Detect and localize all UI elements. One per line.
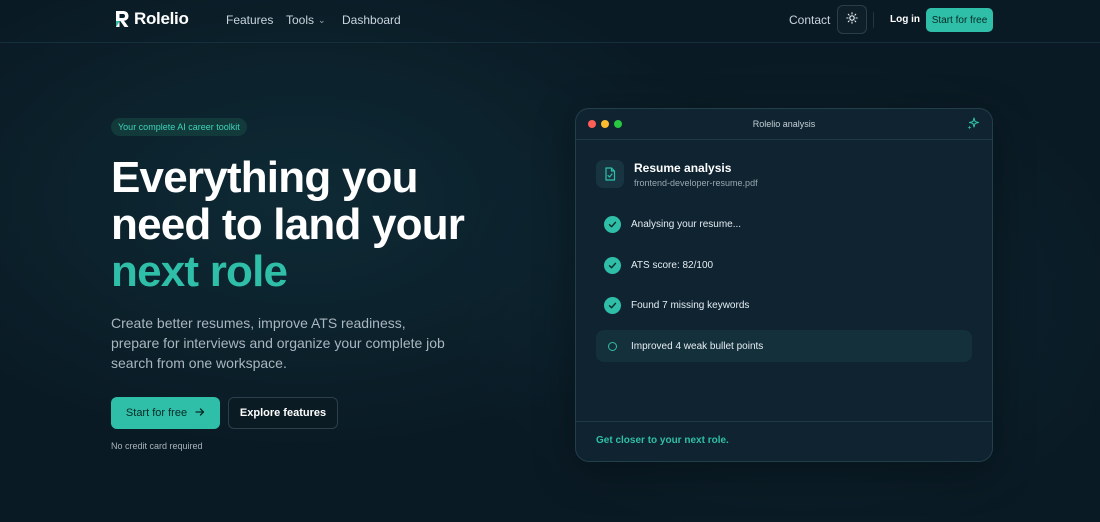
resume-analysis-title: Resume analysis — [634, 161, 732, 175]
sun-icon — [846, 11, 858, 29]
step-label: Found 7 missing keywords — [631, 299, 750, 311]
check-icon — [604, 215, 621, 233]
logo-mark-icon — [114, 10, 130, 28]
headline-line-2: need to land your — [111, 200, 465, 249]
step-label: Analysing your resume... — [631, 218, 742, 230]
logo-text: Rolelio — [134, 9, 189, 28]
analysis-card: Rolelio analysis Resume analysis fronten… — [575, 108, 993, 462]
analysis-step: ATS score: 82/100 — [596, 249, 972, 281]
nav-features[interactable]: Features — [226, 13, 273, 27]
step-label: Improved 4 weak bullet points — [631, 340, 764, 352]
check-icon — [604, 256, 621, 274]
analysis-step-active: Improved 4 weak bullet points — [596, 330, 972, 362]
explore-features-button[interactable]: Explore features — [228, 397, 338, 429]
start-free-label: Start for free — [125, 407, 188, 419]
nav-dashboard[interactable]: Dashboard — [342, 13, 401, 27]
card-window-title: Rolelio analysis — [752, 119, 816, 129]
start-free-nav-button[interactable]: Start for free — [926, 8, 993, 32]
card-footer-text: Get closer to your next role. — [596, 435, 729, 446]
start-free-button[interactable]: Start for free — [111, 397, 220, 429]
hero-headline: Everything you need to land your next ro… — [111, 154, 531, 295]
chevron-down-icon: ⌄ — [318, 15, 326, 25]
nav-contact[interactable]: Contact — [789, 13, 830, 27]
nav-tools[interactable]: Tools ⌄ — [286, 13, 326, 27]
login-link[interactable]: Log in — [890, 14, 920, 25]
analysis-step: Analysing your resume... — [596, 208, 972, 240]
nav-tools-label: Tools — [286, 13, 315, 27]
headline-line-1: Everything you — [111, 153, 418, 202]
pending-circle-icon — [608, 341, 617, 351]
nav-divider — [873, 12, 874, 28]
logo[interactable]: Rolelio — [114, 9, 189, 29]
resume-file-name: frontend-developer-resume.pdf — [634, 178, 758, 188]
step-label: ATS score: 82/100 — [631, 259, 714, 271]
theme-toggle-button[interactable] — [837, 5, 867, 34]
check-icon — [604, 296, 621, 314]
no-credit-card-note: No credit card required — [111, 441, 203, 451]
hero-badge: Your complete AI career toolkit — [111, 118, 247, 136]
card-titlebar: Rolelio analysis — [576, 109, 992, 140]
sparkle-icon — [966, 117, 980, 136]
analysis-step: Found 7 missing keywords — [596, 289, 972, 321]
document-icon — [596, 160, 624, 188]
hero-subtext: Create better resumes, improve ATS readi… — [111, 315, 445, 371]
card-footer: Get closer to your next role. — [576, 421, 992, 461]
headline-accent: next role — [111, 247, 288, 296]
arrow-right-icon — [195, 407, 205, 420]
top-nav: Rolelio Features Tools ⌄ Dashboard Conta… — [0, 0, 1100, 43]
